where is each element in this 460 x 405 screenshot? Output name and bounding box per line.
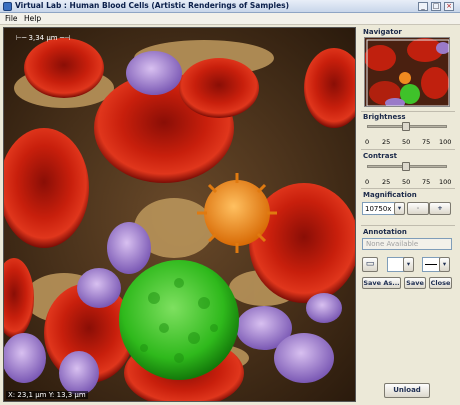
- app-icon: [3, 2, 12, 11]
- specimen-image: [4, 28, 355, 401]
- scale-bar-label: 3,34 µm: [28, 34, 58, 42]
- specimen-viewer[interactable]: ⊢─ 3,34 µm ─⊣ X: 23,1 µm Y: 13,3 µm: [3, 27, 356, 402]
- close-annotation-button[interactable]: Close: [429, 277, 452, 289]
- menu-help[interactable]: Help: [24, 14, 41, 23]
- title-bar: Virtual Lab : Human Blood Cells (Artisti…: [0, 0, 460, 13]
- tick-label: 100: [439, 138, 452, 146]
- contrast-title: Contrast: [363, 152, 397, 160]
- tick-label: 0: [365, 178, 370, 186]
- scale-bar: ⊢─ 3,34 µm ─⊣: [16, 34, 70, 42]
- window-title: Virtual Lab : Human Blood Cells (Artisti…: [15, 1, 290, 10]
- zoom-in-button[interactable]: +: [429, 202, 451, 215]
- tick-label: 25: [382, 178, 391, 186]
- rectangle-tool-button[interactable]: ▭: [362, 257, 378, 272]
- tick-label: 75: [422, 138, 431, 146]
- save-button[interactable]: Save: [404, 277, 426, 289]
- close-window-button[interactable]: ×: [444, 2, 454, 11]
- magnification-dropdown-button[interactable]: ▾: [394, 202, 405, 215]
- tick-label: 50: [402, 138, 411, 146]
- magnification-title: Magnification: [363, 191, 417, 199]
- divider: [361, 111, 455, 112]
- maximize-button[interactable]: □: [431, 2, 441, 11]
- unload-button[interactable]: Unload: [384, 383, 430, 398]
- line-style-dropdown-button[interactable]: ▾: [439, 257, 450, 272]
- divider: [361, 188, 455, 189]
- annotation-select[interactable]: None Available: [362, 238, 452, 250]
- save-as-button[interactable]: Save As...: [362, 277, 401, 289]
- navigator-image: [365, 38, 449, 106]
- tick-label: 100: [439, 178, 452, 186]
- menu-file[interactable]: File: [5, 14, 18, 23]
- zoom-out-button[interactable]: -: [407, 202, 429, 215]
- scale-bar-line-left: ⊢─: [16, 34, 27, 42]
- annotation-title: Annotation: [363, 228, 407, 236]
- tick-label: 25: [382, 138, 391, 146]
- tick-label: 75: [422, 178, 431, 186]
- tick-label: 50: [402, 178, 411, 186]
- control-panel: Navigator Brightness 0 25 50 75 100 Cont…: [359, 27, 459, 402]
- color-dropdown-button[interactable]: ▾: [403, 257, 414, 272]
- menu-bar: File Help: [0, 13, 460, 25]
- contrast-slider-thumb[interactable]: [402, 162, 410, 171]
- divider: [361, 225, 455, 226]
- brightness-slider-thumb[interactable]: [402, 122, 410, 131]
- cursor-coordinates: X: 23,1 µm Y: 13,3 µm: [6, 391, 88, 399]
- tick-label: 0: [365, 138, 370, 146]
- navigator-title: Navigator: [363, 28, 402, 36]
- brightness-title: Brightness: [363, 113, 406, 121]
- minimize-button[interactable]: _: [418, 2, 428, 11]
- divider: [361, 149, 455, 150]
- navigator-thumbnail[interactable]: [364, 37, 450, 107]
- line-style-select[interactable]: [422, 257, 440, 272]
- scale-bar-line-right: ─⊣: [59, 34, 71, 42]
- magnification-select[interactable]: 10750x: [362, 202, 398, 215]
